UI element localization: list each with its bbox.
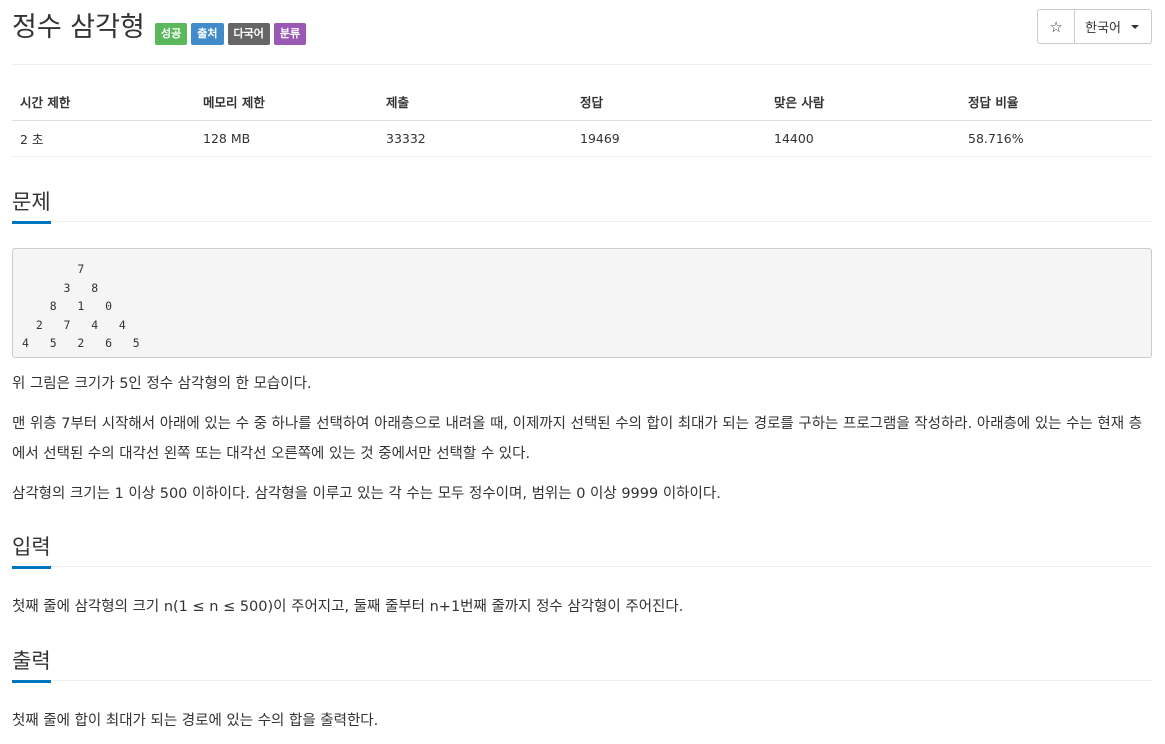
problem-paragraph: 맨 위층 7부터 시작해서 아래에 있는 수 중 하나를 선택하여 아래층으로 … <box>12 416 1143 462</box>
solvers-value: 14400 <box>766 120 960 157</box>
memory-limit-value: 128 MB <box>195 120 378 157</box>
accept-ratio-value: 58.716% <box>960 120 1152 157</box>
output-heading: 출력 <box>12 644 51 683</box>
language-label: 한국어 <box>1085 21 1121 36</box>
page-header: 정수 삼각형 성공 출처 다국어 분류 ☆ 한국어 <box>12 0 1152 65</box>
chevron-down-icon <box>1131 24 1139 29</box>
accepted-value: 19469 <box>572 120 766 157</box>
category-badge[interactable]: 분류 <box>273 23 307 45</box>
problem-paragraph: 삼각형의 크기는 1 이상 500 이하이다. 삼각형을 이루고 있는 각 수는… <box>12 486 721 502</box>
accept-ratio-header: 정답 비율 <box>960 83 1152 121</box>
header-actions: ☆ 한국어 <box>1037 9 1152 44</box>
time-limit-header: 시간 제한 <box>12 83 195 121</box>
page-title: 정수 삼각형 <box>12 12 145 43</box>
problem-heading: 문제 <box>12 185 51 224</box>
problem-paragraph: 위 그림은 크기가 5인 정수 삼각형의 한 모습이다. <box>12 376 312 392</box>
source-badge[interactable]: 출처 <box>191 23 224 45</box>
submissions-header: 제출 <box>378 83 572 121</box>
multilang-badge[interactable]: 다국어 <box>227 23 270 45</box>
problem-info-table: 시간 제한 메모리 제한 제출 정답 맞은 사람 정답 비율 2 초 128 M… <box>12 83 1152 157</box>
badge-group: 성공 출처 다국어 분류 <box>155 23 307 45</box>
success-badge[interactable]: 성공 <box>155 23 188 45</box>
language-dropdown[interactable]: 한국어 <box>1075 9 1152 44</box>
table-row: 2 초 128 MB 33332 19469 14400 58.716% <box>12 120 1152 157</box>
input-description: 첫째 줄에 삼각형의 크기 n(1 ≤ n ≤ 500)이 주어지고, 둘째 줄… <box>12 599 684 615</box>
star-icon: ☆ <box>1049 17 1063 36</box>
submissions-value: 33332 <box>378 120 572 157</box>
problem-page: 정수 삼각형 성공 출처 다국어 분류 ☆ 한국어 시간 제한 메모리 제한 제… <box>0 0 1165 744</box>
triangle-figure: 7 3 8 8 1 0 2 7 4 4 4 5 2 6 5 <box>12 248 1152 358</box>
time-limit-value: 2 초 <box>12 120 195 157</box>
memory-limit-header: 메모리 제한 <box>195 83 378 121</box>
solvers-header: 맞은 사람 <box>766 83 960 121</box>
accepted-header: 정답 <box>572 83 766 121</box>
output-section-header: 출력 <box>12 643 1152 683</box>
favorite-button[interactable]: ☆ <box>1037 9 1076 44</box>
input-heading: 입력 <box>12 530 51 569</box>
table-header-row: 시간 제한 메모리 제한 제출 정답 맞은 사람 정답 비율 <box>12 83 1152 121</box>
output-description: 첫째 줄에 합이 최대가 되는 경로에 있는 수의 합을 출력한다. <box>12 713 379 729</box>
input-section-header: 입력 <box>12 529 1152 569</box>
problem-section-header: 문제 <box>12 184 1152 224</box>
